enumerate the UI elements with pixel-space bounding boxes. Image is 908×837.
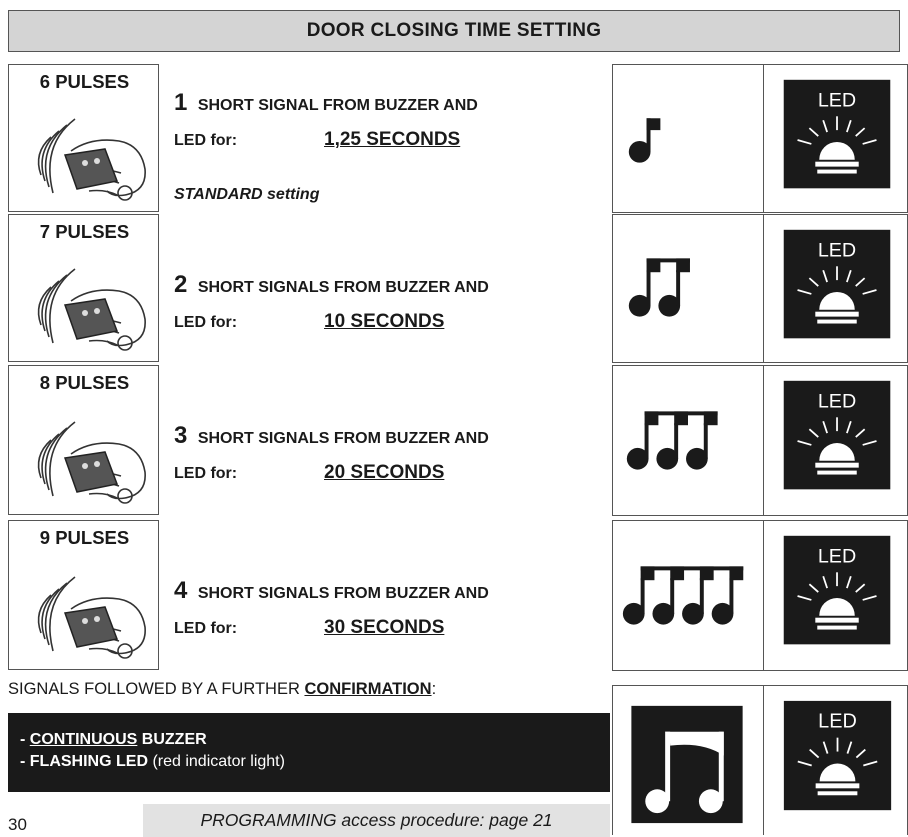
led-for-label: LED for: xyxy=(174,465,238,482)
led-for-label: LED for: xyxy=(174,620,238,637)
svg-text:LED: LED xyxy=(818,545,856,567)
one-note-icon xyxy=(628,118,661,163)
signal-count: 4 xyxy=(174,577,188,604)
pulse-cell: 9 PULSES xyxy=(8,520,159,670)
signal-description: 4 SHORT SIGNALS FROM BUZZER AND LED for:… xyxy=(174,574,489,646)
remote-control-hand-icon xyxy=(37,576,146,659)
led-for-label: LED for: xyxy=(174,314,238,331)
signal-count: 3 xyxy=(174,422,188,449)
svg-text:LED: LED xyxy=(818,711,857,733)
signal-icons: LED xyxy=(612,520,908,671)
three-notes-icon xyxy=(626,411,718,470)
signal-text: SHORT SIGNALS FROM BUZZER AND xyxy=(197,585,489,602)
flashing-led-line: - FLASHING LED (red indicator light) xyxy=(20,753,285,770)
four-notes-icon xyxy=(622,566,744,625)
time-value: 20 SECONDS xyxy=(324,462,445,483)
svg-text:LED: LED xyxy=(818,239,856,261)
confirmation-suffix: : xyxy=(431,680,437,698)
led-icon: LED xyxy=(783,380,891,490)
led-icon: LED xyxy=(783,229,891,339)
confirmation-prefix: SIGNALS FOLLOWED BY A FURTHER xyxy=(8,680,305,698)
signal-icons: LED xyxy=(612,365,908,516)
signal-count: 2 xyxy=(174,271,188,298)
remote-control-hand-icon xyxy=(37,421,146,504)
signal-icons: LED xyxy=(612,64,908,213)
signal-description: 3 SHORT SIGNALS FROM BUZZER AND LED for:… xyxy=(174,419,489,491)
signal-description: 2 SHORT SIGNALS FROM BUZZER AND LED for:… xyxy=(174,268,489,340)
pulse-cell: 8 PULSES xyxy=(8,365,159,515)
pulse-count-label: 6 PULSES xyxy=(39,71,130,92)
pulse-cell: 7 PULSES xyxy=(8,214,159,362)
page-header: DOOR CLOSING TIME SETTING xyxy=(8,10,900,52)
setting-row: 8 PULSES 3 SHORT SIGNALS FROM BUZZER AND… xyxy=(8,365,610,515)
remote-control-hand-icon xyxy=(37,268,146,351)
signal-count: 1 xyxy=(174,89,188,116)
confirmation-emphasis: CONFIRMATION xyxy=(304,680,432,698)
setting-row: 9 PULSES 4 SHORT SIGNALS FROM BUZZER AND… xyxy=(8,520,610,670)
standard-setting-note: STANDARD setting xyxy=(174,186,320,203)
confirmation-icons: LED xyxy=(612,685,908,835)
two-notes-icon xyxy=(628,258,690,317)
signal-text: SHORT SIGNALS FROM BUZZER AND xyxy=(197,430,489,447)
time-value: 1,25 SECONDS xyxy=(324,129,461,150)
programming-reference: PROGRAMMING access procedure: page 21 xyxy=(143,804,610,837)
page-title: DOOR CLOSING TIME SETTING xyxy=(306,20,602,41)
confirmation-box: - CONTINUOUS BUZZER - FLASHING LED (red … xyxy=(8,713,610,792)
pulse-count-label: 8 PULSES xyxy=(39,372,130,393)
signal-text: SHORT SIGNALS FROM BUZZER AND xyxy=(197,279,489,296)
signal-icons: LED xyxy=(612,214,908,363)
pulse-cell: 6 PULSES xyxy=(8,64,159,212)
led-icon: LED xyxy=(783,700,892,811)
led-icon: LED xyxy=(783,535,891,645)
pulse-count-label: 9 PULSES xyxy=(39,527,130,548)
setting-row: 6 PULSES 1 SHORT SIGNAL FROM BUZZER AND … xyxy=(8,64,610,212)
time-value: 30 SECONDS xyxy=(324,617,445,638)
signal-text: SHORT SIGNAL FROM BUZZER AND xyxy=(197,97,478,114)
led-for-label: LED for: xyxy=(174,132,238,149)
svg-text:LED: LED xyxy=(818,390,856,412)
time-value: 10 SECONDS xyxy=(324,311,445,332)
continuous-note-icon xyxy=(631,705,743,824)
pulse-count-label: 7 PULSES xyxy=(39,221,130,242)
led-icon: LED xyxy=(783,79,891,189)
continuous-buzzer-line: - CONTINUOUS BUZZER xyxy=(20,731,207,748)
signal-description: 1 SHORT SIGNAL FROM BUZZER AND LED for: 1… xyxy=(174,86,478,158)
remote-control-hand-icon xyxy=(37,118,146,201)
confirmation-heading: SIGNALS FOLLOWED BY A FURTHER CONFIRMATI… xyxy=(8,680,436,699)
svg-text:LED: LED xyxy=(818,89,856,111)
setting-row: 7 PULSES 2 SHORT SIGNALS FROM BUZZER AND… xyxy=(8,214,610,362)
page-number: 30 xyxy=(8,815,27,834)
